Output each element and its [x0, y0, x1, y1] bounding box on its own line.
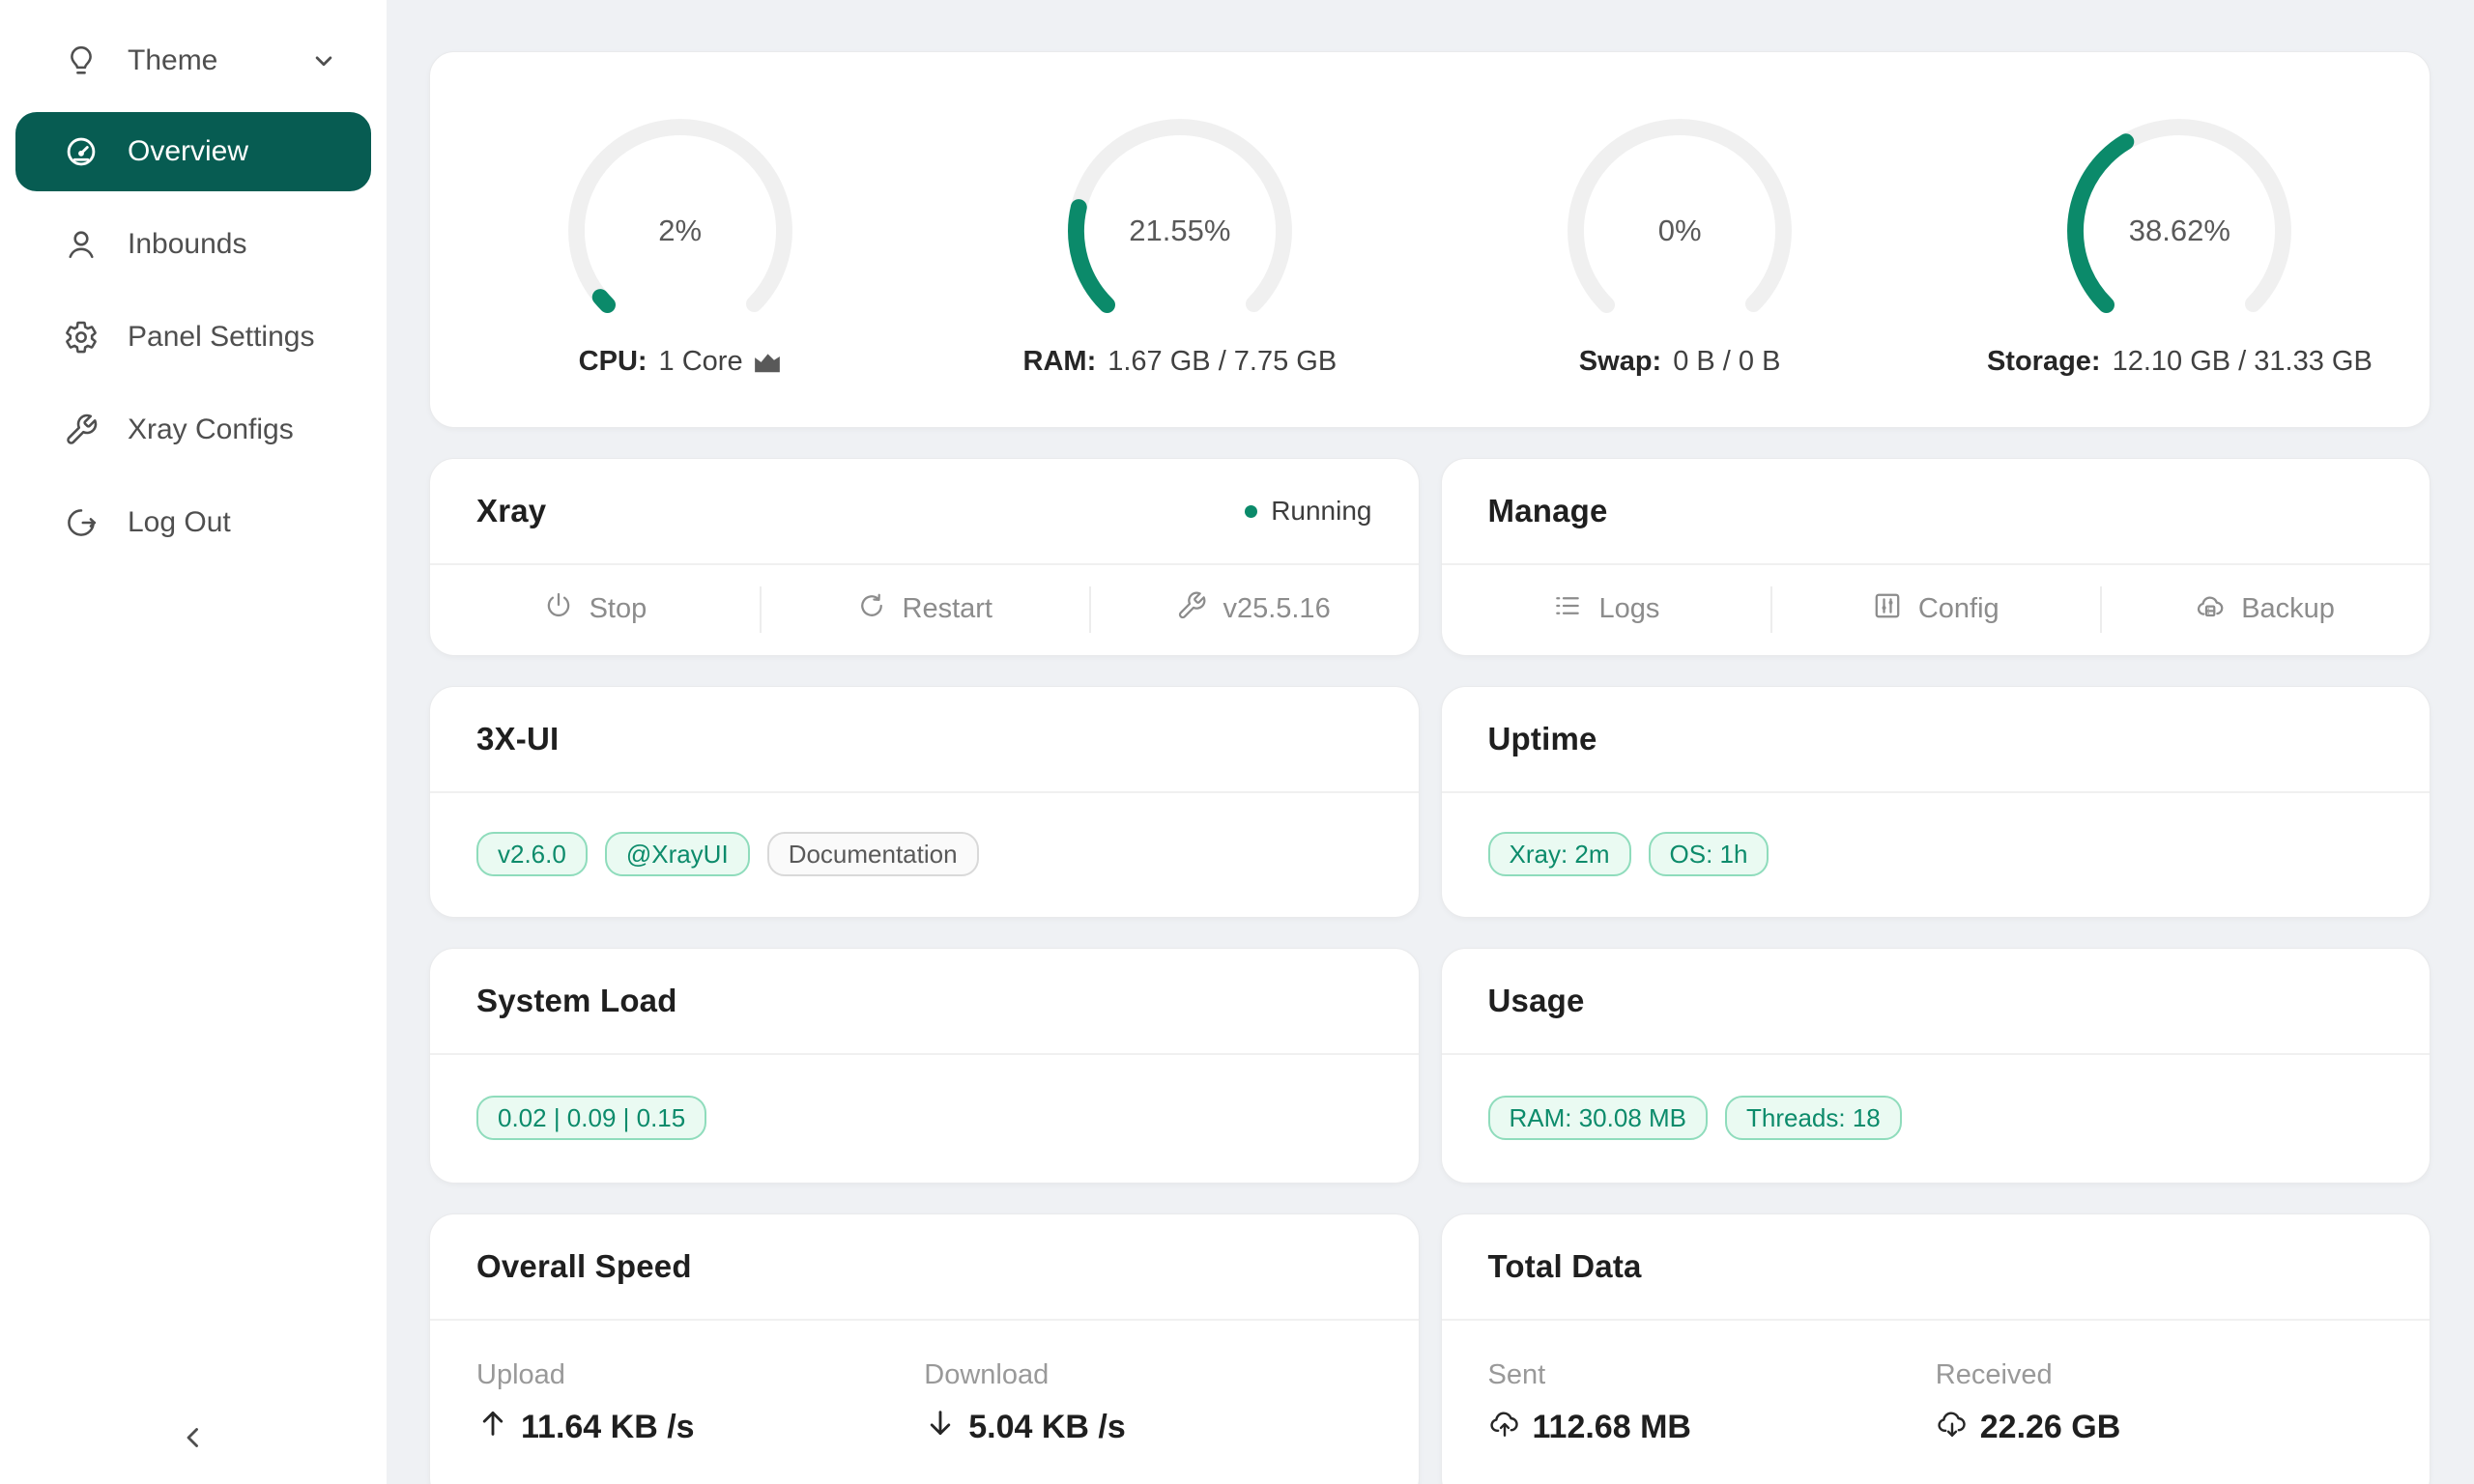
overall-speed-card: Overall Speed Upload 11.64 KB /s Downloa…: [429, 1213, 1420, 1484]
cpu-percent: 2%: [560, 110, 801, 352]
sidebar-item-label: Theme: [128, 44, 217, 77]
upload-speed: Upload 11.64 KB /s: [476, 1359, 924, 1448]
os-uptime-tag: OS: 1h: [1649, 832, 1769, 876]
storage-percent: 38.62%: [2058, 110, 2300, 352]
version-tag[interactable]: v2.6.0: [476, 832, 588, 876]
manage-card-title: Manage: [1488, 493, 1608, 529]
sliders-icon: [1872, 590, 1903, 629]
ram-usage-tag: RAM: 30.08 MB: [1488, 1096, 1709, 1140]
gear-icon: [64, 320, 99, 355]
wrench-icon: [64, 413, 99, 447]
cloud-server-icon: [2195, 590, 2226, 629]
ram-percent: 21.55%: [1059, 110, 1301, 352]
manage-logs-button[interactable]: Logs: [1442, 565, 1771, 653]
threex-ui-card-title: 3X-UI: [476, 721, 559, 757]
sidebar-item-overview[interactable]: Overview: [15, 112, 371, 191]
cpu-gauge: 2% CPU: 1 Core: [430, 102, 930, 378]
chevron-left-icon: [177, 1421, 210, 1459]
sent-label: Sent: [1488, 1359, 1936, 1391]
sent-data: Sent 112.68 MB: [1488, 1359, 1936, 1448]
download-value: 5.04 KB /s: [968, 1409, 1126, 1446]
xray-uptime-tag: Xray: 2m: [1488, 832, 1631, 876]
documentation-tag[interactable]: Documentation: [767, 832, 979, 876]
storage-gauge: 38.62% Storage: 12.10 GB / 31.33 GB: [1930, 102, 2430, 378]
download-speed: Download 5.04 KB /s: [924, 1359, 1371, 1448]
sidebar-item-panel-settings[interactable]: Panel Settings: [15, 298, 371, 377]
swap-percent: 0%: [1559, 110, 1800, 352]
running-status-dot: [1245, 505, 1257, 518]
received-value: 22.26 GB: [1980, 1409, 2121, 1446]
manage-card: Manage Logs Config: [1441, 458, 2431, 656]
dashboard-icon: [64, 134, 99, 169]
xray-version-button[interactable]: v25.5.16: [1089, 565, 1419, 653]
running-status-label: Running: [1271, 496, 1371, 527]
sidebar-item-label: Overview: [128, 135, 248, 168]
sidebar: Theme Overview Inbounds Panel Settings X…: [0, 0, 387, 1484]
reload-icon: [856, 590, 887, 629]
load-average-tag: 0.02 | 0.09 | 0.15: [476, 1096, 706, 1140]
logout-icon: [64, 505, 99, 540]
usage-card: Usage RAM: 30.08 MB Threads: 18: [1441, 948, 2431, 1184]
system-load-card-title: System Load: [476, 983, 677, 1019]
xray-stop-button[interactable]: Stop: [430, 565, 760, 653]
power-icon: [543, 590, 574, 629]
threex-ui-card: 3X-UI v2.6.0 @XrayUI Documentation: [429, 686, 1420, 918]
upload-value: 11.64 KB /s: [521, 1409, 695, 1446]
sent-value: 112.68 MB: [1533, 1409, 1691, 1446]
system-load-card: System Load 0.02 | 0.09 | 0.15: [429, 948, 1420, 1184]
xray-card: Xray Running Stop Restart: [429, 458, 1420, 656]
sidebar-item-log-out[interactable]: Log Out: [15, 483, 371, 562]
sidebar-item-label: Panel Settings: [128, 321, 314, 354]
xray-status: Running: [1245, 496, 1371, 527]
lightbulb-icon: [64, 43, 99, 78]
manage-backup-button[interactable]: Backup: [2100, 565, 2430, 653]
chevron-down-icon: [309, 46, 338, 75]
total-data-card: Total Data Sent 112.68 MB Received: [1441, 1213, 2431, 1484]
cpu-chart-icon[interactable]: [753, 349, 782, 374]
usage-card-title: Usage: [1488, 983, 1585, 1019]
ram-gauge: 21.55% RAM: 1.67 GB / 7.75 GB: [930, 102, 1429, 378]
sidebar-collapse-button[interactable]: [0, 1421, 387, 1459]
arrow-down-icon: [924, 1407, 957, 1448]
system-stats-card: 2% CPU: 1 Core 21.55% RAM: 1.67 GB / 7.7…: [429, 51, 2431, 428]
telegram-tag[interactable]: @XrayUI: [605, 832, 750, 876]
total-data-card-title: Total Data: [1488, 1248, 1642, 1285]
manage-config-button[interactable]: Config: [1770, 565, 2100, 653]
cloud-download-icon: [1936, 1407, 1969, 1448]
xray-card-title: Xray: [476, 493, 546, 529]
sidebar-item-label: Inbounds: [128, 228, 246, 261]
received-data: Received 22.26 GB: [1936, 1359, 2383, 1448]
sidebar-item-theme[interactable]: Theme: [15, 23, 371, 99]
arrow-up-icon: [476, 1407, 509, 1448]
uptime-card-title: Uptime: [1488, 721, 1597, 757]
sidebar-item-inbounds[interactable]: Inbounds: [15, 205, 371, 284]
overall-speed-card-title: Overall Speed: [476, 1248, 692, 1285]
sidebar-item-xray-configs[interactable]: Xray Configs: [15, 390, 371, 470]
sidebar-item-label: Xray Configs: [128, 414, 294, 446]
uptime-card: Uptime Xray: 2m OS: 1h: [1441, 686, 2431, 918]
upload-label: Upload: [476, 1359, 924, 1391]
swap-gauge: 0% Swap: 0 B / 0 B: [1430, 102, 1930, 378]
xray-restart-button[interactable]: Restart: [760, 565, 1089, 653]
download-label: Download: [924, 1359, 1371, 1391]
sidebar-item-label: Log Out: [128, 506, 231, 539]
list-icon: [1552, 590, 1583, 629]
threads-tag: Threads: 18: [1725, 1096, 1902, 1140]
received-label: Received: [1936, 1359, 2383, 1391]
cloud-upload-icon: [1488, 1407, 1521, 1448]
wrench-icon: [1176, 590, 1207, 629]
user-icon: [64, 227, 99, 262]
main-content: 2% CPU: 1 Core 21.55% RAM: 1.67 GB / 7.7…: [387, 0, 2474, 1484]
